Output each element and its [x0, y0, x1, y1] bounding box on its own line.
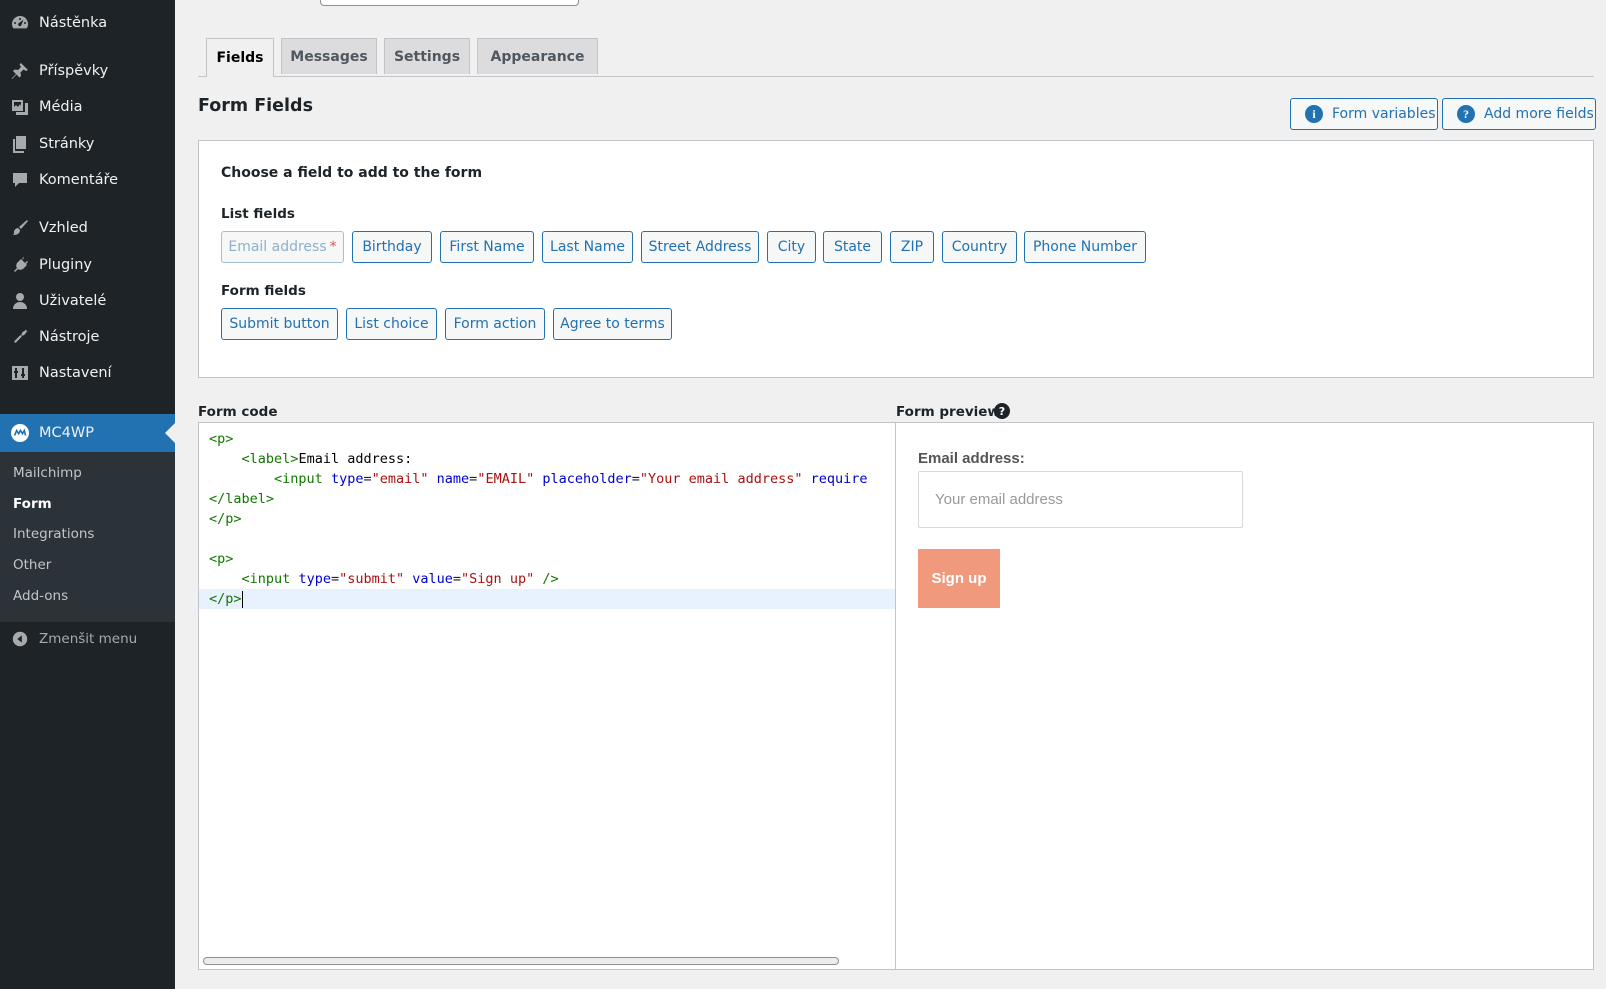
code-line: </p> [209, 511, 242, 527]
code-lines: <p> <label>Email address: <input type="e… [199, 429, 895, 609]
field-button-zip[interactable]: ZIP [890, 231, 934, 263]
add-more-fields-label: Add more fields [1484, 106, 1594, 122]
form-preview-label: Form preview [896, 404, 1000, 420]
submenu-item-integrations[interactable]: Integrations [13, 526, 94, 542]
settings-icon [10, 363, 30, 383]
field-button-submit-button[interactable]: Submit button [221, 308, 338, 340]
submenu-item-add-ons[interactable]: Add-ons [13, 588, 68, 604]
tab-messages[interactable]: Messages [281, 38, 377, 74]
required-marker: * [329, 239, 337, 255]
field-button-email-address[interactable]: Email address * [221, 231, 344, 263]
sidebar-item-label: Média [39, 99, 83, 115]
form-fields-label: Form fields [221, 283, 306, 299]
add-more-fields-button[interactable]: ? Add more fields [1442, 98, 1596, 130]
code-line: </label> [209, 491, 275, 507]
sidebar-item-uzivatele[interactable]: Uživatelé [0, 284, 175, 318]
sidebar-item-label: Stránky [39, 136, 95, 152]
code-editor[interactable]: <p> <label>Email address: <input type="e… [198, 422, 896, 970]
sidebar-item-prispevky[interactable]: Příspěvky [0, 54, 175, 88]
field-button-label: Email address [228, 239, 327, 255]
tab-appearance[interactable]: Appearance [477, 38, 598, 74]
media-icon [10, 97, 30, 117]
field-button-list-choice[interactable]: List choice [346, 308, 437, 340]
comment-icon [10, 170, 30, 190]
info-icon: i [1305, 105, 1323, 123]
form-variables-label: Form variables [1332, 106, 1436, 122]
brush-icon [10, 218, 30, 238]
mc4wp-logo-icon [10, 423, 30, 443]
current-menu-arrow [165, 423, 175, 443]
field-button-street-address[interactable]: Street Address [641, 231, 759, 263]
tab-fields[interactable]: Fields [206, 38, 274, 77]
text-cursor [241, 590, 243, 608]
code-line: <input type="submit" value="Sign up" /> [241, 571, 559, 587]
preview-email-label: Email address: [918, 450, 1025, 467]
question-icon[interactable]: ? [994, 403, 1010, 419]
chooser-title: Choose a field to add to the form [221, 165, 483, 181]
field-button-city[interactable]: City [767, 231, 816, 263]
page-title: Form Fields [198, 96, 313, 116]
horizontal-scrollbar[interactable] [203, 957, 839, 965]
user-icon [10, 291, 30, 311]
preview-signup-button[interactable]: Sign up [918, 549, 1000, 608]
dashboard-icon [10, 13, 30, 33]
sidebar-item-label: MC4WP [39, 425, 94, 441]
sidebar-item-label: Příspěvky [39, 63, 109, 79]
plugin-icon [10, 255, 30, 275]
tab-settings[interactable]: Settings [384, 38, 470, 74]
code-line: <p> [209, 431, 234, 447]
sidebar-item-label: Komentáře [39, 172, 119, 188]
code-line: <p> [209, 551, 234, 567]
pages-icon [10, 134, 30, 154]
sidebar-item-label: Nástroje [39, 329, 100, 345]
sidebar-item-media[interactable]: Média [0, 90, 175, 124]
sidebar-item-vzhled[interactable]: Vzhled [0, 211, 175, 245]
admin-sidebar: Nástěnka Příspěvky Média Stránky Komentá… [0, 0, 175, 989]
submenu-item-other[interactable]: Other [13, 557, 51, 573]
collapse-icon [10, 629, 30, 649]
sidebar-item-pluginy[interactable]: Pluginy [0, 248, 175, 282]
wrench-icon [10, 327, 30, 347]
nav-tabs: Fields Messages Settings Appearance [198, 38, 1594, 77]
field-button-state[interactable]: State [823, 231, 882, 263]
submenu-item-mailchimp[interactable]: Mailchimp [13, 465, 82, 481]
code-line: <label>Email address: [241, 451, 413, 467]
form-title-input[interactable] [320, 0, 579, 6]
form-variables-button[interactable]: i Form variables [1290, 98, 1438, 130]
sidebar-item-stranky[interactable]: Stránky [0, 127, 175, 161]
collapse-menu-button[interactable]: Zmenšit menu [0, 621, 175, 657]
field-chooser-panel: Choose a field to add to the form List f… [198, 140, 1594, 378]
form-preview-panel: Email address: Your email address Sign u… [896, 422, 1594, 970]
sidebar-item-label: Nastavení [39, 365, 112, 381]
mc4wp-submenu: Mailchimp Form Integrations Other Add-on… [0, 452, 175, 622]
collapse-menu-label: Zmenšit menu [39, 631, 138, 647]
list-fields-label: List fields [221, 206, 295, 222]
sidebar-item-label: Nástěnka [39, 15, 108, 31]
sidebar-item-mc4wp[interactable]: MC4WP [0, 414, 175, 452]
field-button-first-name[interactable]: First Name [440, 231, 534, 263]
sidebar-item-label: Pluginy [39, 257, 92, 273]
field-button-phone-number[interactable]: Phone Number [1024, 231, 1146, 263]
pin-icon [10, 61, 30, 81]
preview-email-input[interactable]: Your email address [918, 471, 1243, 528]
field-button-agree-to-terms[interactable]: Agree to terms [553, 308, 672, 340]
code-line: </p> [199, 589, 895, 609]
question-icon: ? [1457, 105, 1475, 123]
sidebar-item-komentare[interactable]: Komentáře [0, 163, 175, 197]
sidebar-item-label: Uživatelé [39, 293, 107, 309]
form-code-label: Form code [198, 404, 278, 420]
field-button-form-action[interactable]: Form action [445, 308, 545, 340]
sidebar-item-label: Vzhled [39, 220, 88, 236]
field-button-country[interactable]: Country [942, 231, 1017, 263]
sidebar-item-nastaveni[interactable]: Nastavení [0, 356, 175, 390]
sidebar-item-nastroje[interactable]: Nástroje [0, 320, 175, 354]
field-button-birthday[interactable]: Birthday [352, 231, 432, 263]
field-button-last-name[interactable]: Last Name [542, 231, 633, 263]
submenu-item-form[interactable]: Form [13, 496, 52, 512]
sidebar-item-nastenka[interactable]: Nástěnka [0, 6, 175, 40]
code-line: <input type="email" name="EMAIL" placeho… [274, 471, 868, 487]
